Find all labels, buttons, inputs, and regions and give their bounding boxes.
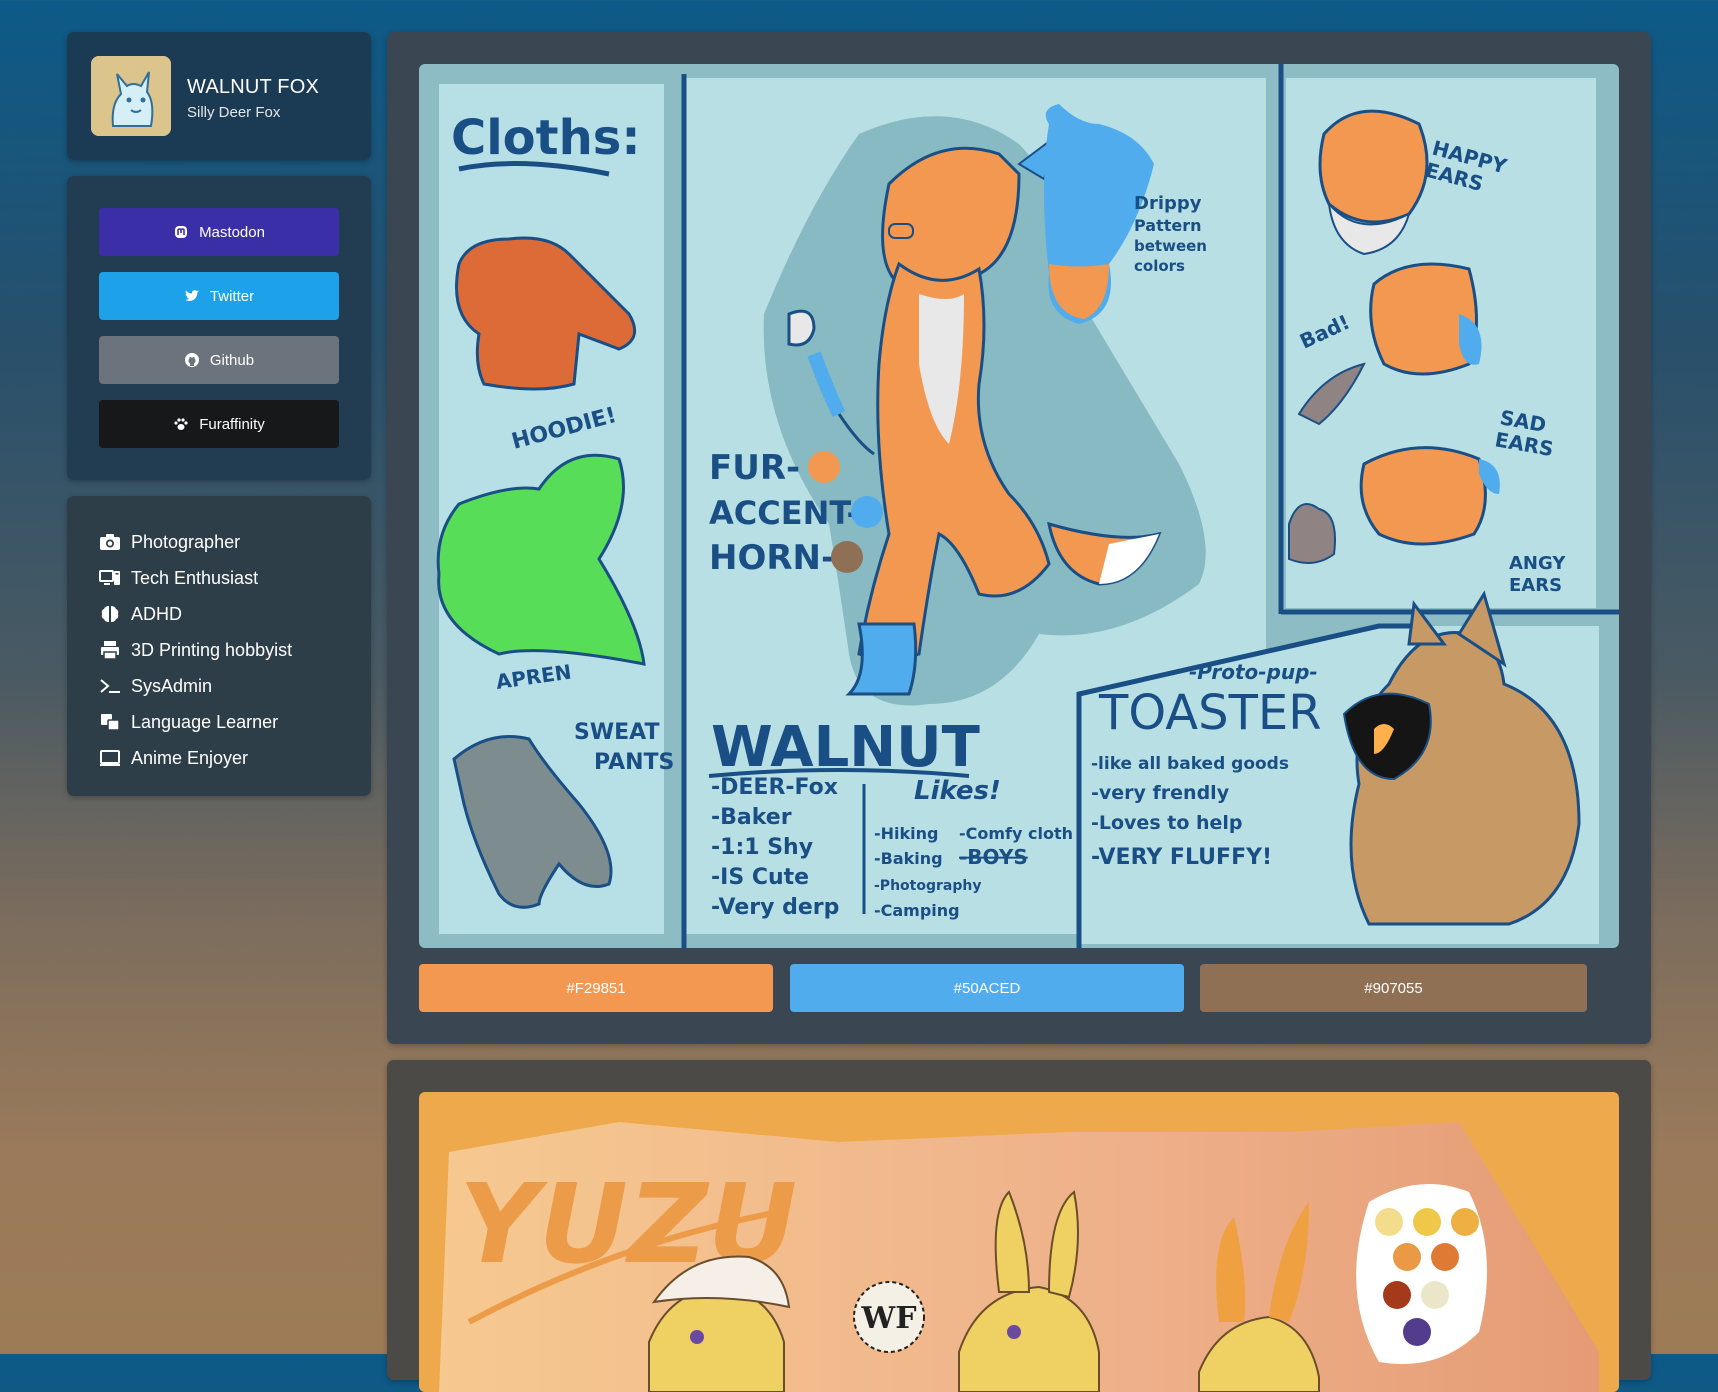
- trait-3: -1:1 Shy: [711, 835, 813, 860]
- brain-icon: [101, 606, 119, 622]
- swatch-horn[interactable]: #907055: [1200, 964, 1587, 1012]
- trait-4: -IS Cute: [711, 865, 809, 890]
- printer-icon: [101, 641, 119, 660]
- like-4: -Camping: [874, 901, 960, 920]
- horn-color-dot: [831, 541, 863, 573]
- palette-swatch: [1451, 1208, 1479, 1236]
- camera-icon: [100, 534, 120, 550]
- palette-swatch: [1375, 1208, 1403, 1236]
- angy-ears-label-2: EARS: [1509, 575, 1562, 596]
- links-card: Mastodon Twitter Github Furaffinity: [67, 176, 371, 480]
- github-button[interactable]: Github: [99, 336, 339, 384]
- trait-1: -DEER-Fox: [711, 775, 838, 800]
- monitor-icon: [100, 750, 120, 766]
- angy-ears-label-1: ANGY: [1509, 553, 1566, 574]
- computer-icon: [99, 570, 120, 585]
- drippy-label-1: Drippy: [1134, 193, 1202, 214]
- horn-label: HORN-: [709, 538, 835, 578]
- about-label: SysAdmin: [131, 675, 213, 696]
- github-label: Github: [209, 351, 255, 369]
- toaster-title: TOASTER: [1098, 685, 1322, 741]
- swatch-fur[interactable]: #F29851: [419, 964, 773, 1012]
- paw-icon: [174, 418, 188, 430]
- proto-label: -Proto-pup-: [1189, 660, 1318, 684]
- sweatpants-label-1: SWEAT: [574, 720, 659, 745]
- list-item: Anime Enjoyer: [99, 740, 292, 776]
- about-label: Photographer: [131, 531, 241, 552]
- terminal-icon: [100, 679, 120, 693]
- accent-label: ACCENT-: [709, 494, 860, 532]
- toaster-trait-4: -VERY FLUFFY!: [1091, 845, 1272, 870]
- list-item: ADHD: [99, 596, 292, 632]
- palette-swatch: [1431, 1243, 1459, 1271]
- drippy-label-4: colors: [1134, 257, 1185, 275]
- list-item: 3D Printing hobbyist: [99, 632, 292, 668]
- like-2: -Baking: [874, 849, 943, 868]
- about-card: Photographer Tech Enthusiast ADHD 3D Pri…: [67, 496, 371, 796]
- avatar: [91, 56, 171, 136]
- trait-2: -Baker: [711, 805, 792, 830]
- mastodon-icon: [175, 226, 188, 238]
- twitter-label: Twitter: [209, 287, 255, 305]
- like-5: -Comfy cloth: [959, 824, 1073, 843]
- drippy-label-3: between: [1134, 237, 1207, 255]
- palette-swatch: [1403, 1318, 1431, 1346]
- about-label: Tech Enthusiast: [131, 567, 259, 588]
- like-1: -Hiking: [874, 824, 938, 843]
- about-label: ADHD: [131, 603, 183, 624]
- fur-color-dot: [808, 451, 840, 483]
- twitter-icon: [184, 290, 199, 302]
- github-icon: [184, 353, 199, 367]
- drippy-label-2: Pattern: [1134, 216, 1202, 235]
- toaster-trait-3: -Loves to help: [1091, 812, 1243, 834]
- palette-swatch: [1421, 1281, 1449, 1309]
- toaster-trait-2: -very frendly: [1091, 782, 1230, 804]
- clothes-title: Cloths:: [451, 110, 641, 166]
- refsheet-card-2: YUZU WF: [387, 1060, 1651, 1392]
- sweatpants-label-2: PANTS: [594, 750, 674, 775]
- accent-color-dot: [851, 496, 883, 528]
- sad-ears-drawing: [1369, 262, 1482, 376]
- palette-swatch: [1393, 1243, 1421, 1271]
- mastodon-button[interactable]: Mastodon: [99, 208, 339, 256]
- twitter-button[interactable]: Twitter: [99, 272, 339, 320]
- list-item: SysAdmin: [99, 668, 292, 704]
- profile-name: WALNUT FOX: [187, 76, 320, 98]
- language-icon: [101, 714, 120, 731]
- toaster-trait-1: -like all baked goods: [1091, 754, 1289, 774]
- mastodon-label: Mastodon: [199, 223, 265, 241]
- about-label: 3D Printing hobbyist: [131, 639, 293, 660]
- refsheet-card: Cloths: HOODIE! APREN SWEAT PANTS Drippy…: [387, 32, 1651, 1044]
- furaffinity-label: Furaffinity: [199, 415, 265, 433]
- like-3: -Photography: [874, 878, 981, 894]
- swatch-label: #F29851: [566, 979, 626, 997]
- profile-subtitle: Silly Deer Fox: [187, 104, 281, 121]
- about-list: Photographer Tech Enthusiast ADHD 3D Pri…: [99, 524, 292, 776]
- list-item: Language Learner: [99, 704, 292, 740]
- swatch-label: #50ACED: [953, 979, 1021, 997]
- wf-logo-text: WF: [861, 1301, 917, 1336]
- swatch-label: #907055: [1364, 979, 1423, 997]
- profile-card: WALNUT FOX Silly Deer Fox: [67, 32, 371, 160]
- furaffinity-button[interactable]: Furaffinity: [99, 400, 339, 448]
- fur-label: FUR-: [709, 448, 800, 488]
- palette-swatch: [1383, 1281, 1411, 1309]
- refsheet-image-2[interactable]: YUZU WF: [419, 1092, 1619, 1392]
- likes-title: Likes!: [914, 776, 1001, 806]
- trait-5: -Very derp: [711, 895, 839, 920]
- about-label: Language Learner: [131, 711, 279, 732]
- list-item: Tech Enthusiast: [99, 560, 292, 596]
- about-label: Anime Enjoyer: [131, 747, 249, 768]
- refsheet-image[interactable]: Cloths: HOODIE! APREN SWEAT PANTS Drippy…: [419, 64, 1619, 948]
- palette-swatch: [1413, 1208, 1441, 1236]
- list-item: Photographer: [99, 524, 292, 560]
- swatch-accent[interactable]: #50ACED: [790, 964, 1184, 1012]
- like-6: -BOYS: [959, 845, 1028, 869]
